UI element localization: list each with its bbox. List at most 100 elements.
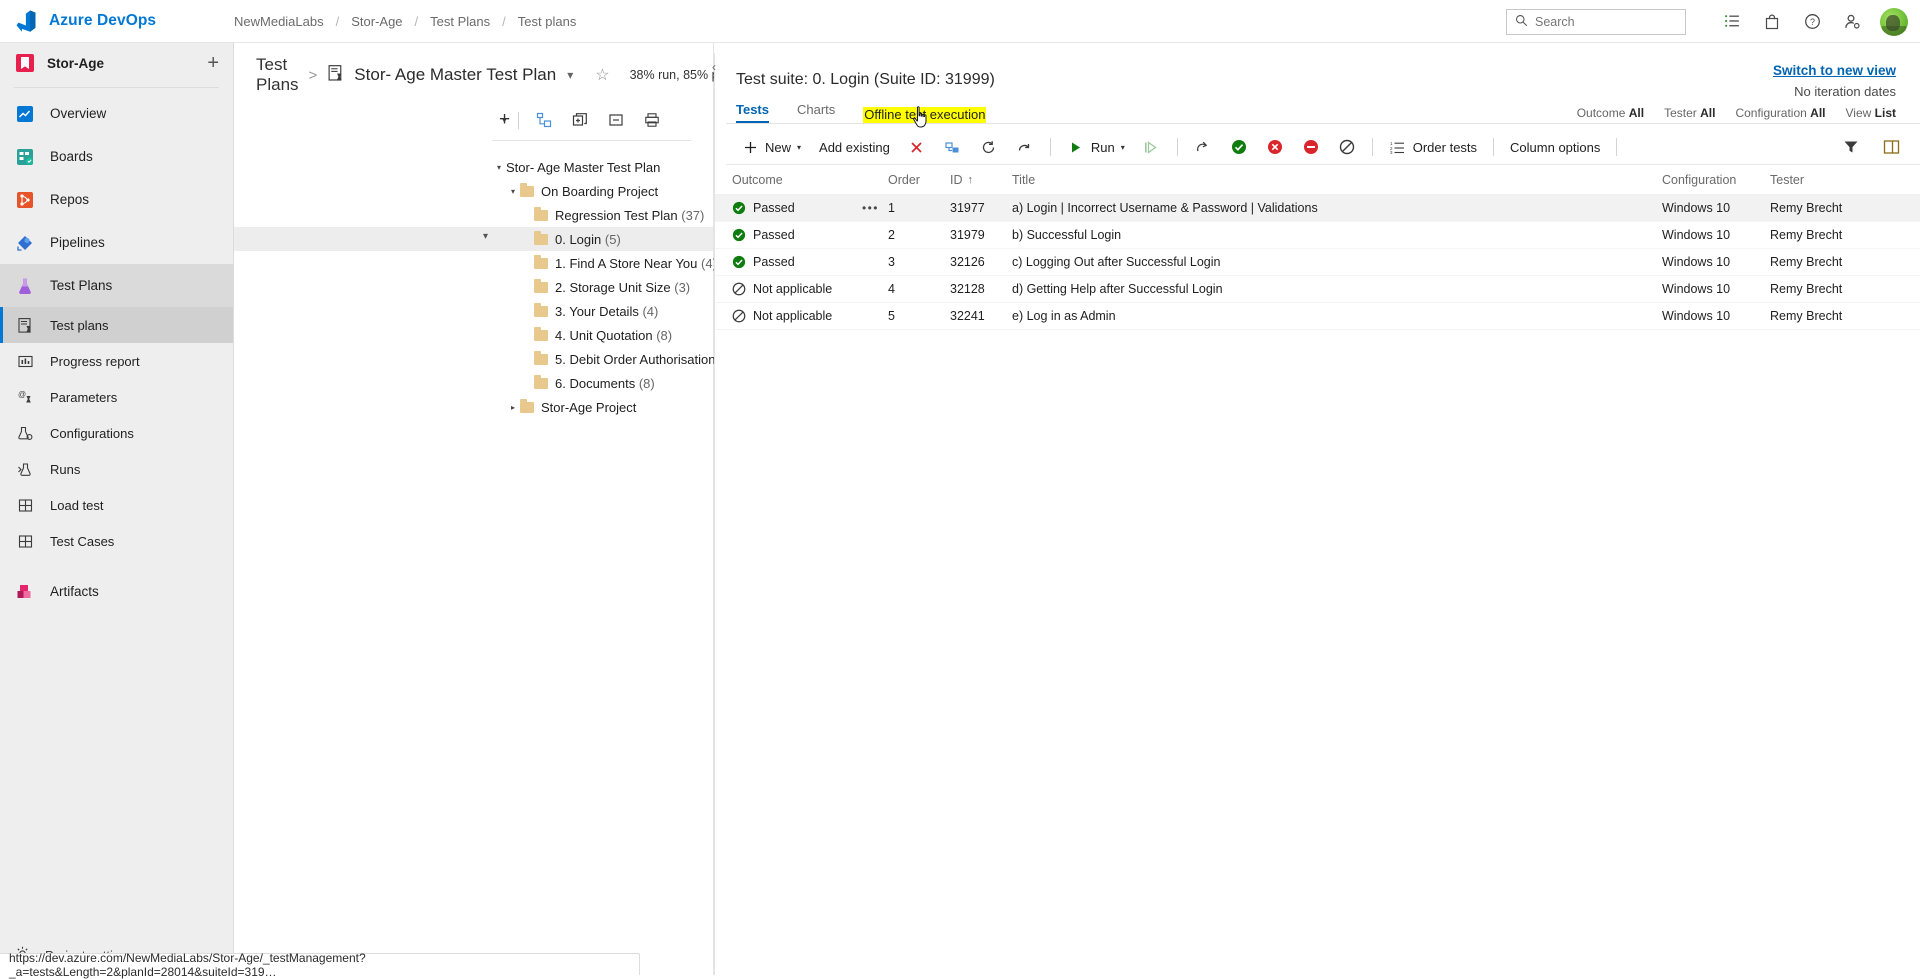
column-header-title[interactable]: Title <box>1012 173 1662 187</box>
tree-item-plan[interactable]: ▾ Stor- Age Master Test Plan <box>234 155 713 179</box>
collapse-tree-panel-icon[interactable]: ‹ <box>706 56 722 78</box>
folder-icon <box>534 234 548 245</box>
table-row[interactable]: Not applicable 5 32241 e) Log in as Admi… <box>714 303 1920 330</box>
sidebar-item-test-cases[interactable]: Test Cases <box>0 523 233 559</box>
run-button[interactable]: Run ▾ <box>1058 133 1134 161</box>
tree-item-folder[interactable]: ▾ On Boarding Project <box>234 179 713 203</box>
sidebar-item-overview[interactable]: Overview <box>0 92 233 135</box>
print-icon[interactable] <box>634 105 670 135</box>
add-project-button[interactable]: + <box>207 53 219 73</box>
search-placeholder: Search <box>1535 15 1575 29</box>
rerun-button[interactable] <box>1185 133 1221 161</box>
sidebar-item-artifacts[interactable]: Artifacts <box>0 570 233 613</box>
sidebar-item-progress-report[interactable]: Progress report <box>0 343 233 379</box>
row-context-menu-icon[interactable]: ••• <box>862 201 888 215</box>
cell-title[interactable]: d) Getting Help after Successful Login <box>1012 282 1662 296</box>
tree-item-folder-selected[interactable]: 0. Login (5) <box>234 227 713 251</box>
collapse-all-icon[interactable] <box>598 105 634 135</box>
tree-item-folder[interactable]: 4. Unit Quotation (8) <box>234 323 713 347</box>
tab-charts[interactable]: Charts <box>797 102 835 123</box>
favorite-star-icon[interactable]: ☆ <box>595 65 609 85</box>
cell-title[interactable]: c) Logging Out after Successful Login <box>1012 255 1662 269</box>
remove-test-button[interactable] <box>899 133 935 161</box>
sidebar-project-header[interactable]: Stor-Age + <box>0 43 233 83</box>
sidebar-item-parameters[interactable]: @ Parameters <box>0 379 233 415</box>
table-row[interactable]: Passed ••• 1 31977 a) Login | Incorrect … <box>714 195 1920 222</box>
column-header-id[interactable]: ID↑ <box>950 173 1012 187</box>
order-tests-button[interactable]: 123 Order tests <box>1380 133 1486 161</box>
expand-all-icon[interactable] <box>562 105 598 135</box>
chevron-down-icon[interactable]: ▾ <box>1121 143 1125 152</box>
move-test-button[interactable] <box>935 133 971 161</box>
reset-test-button[interactable] <box>1007 133 1043 161</box>
tree-item-folder[interactable]: ▸ Stor-Age Project <box>234 395 713 419</box>
plus-icon <box>741 138 759 156</box>
tree-item-folder[interactable]: Regression Test Plan (37) <box>234 203 713 227</box>
tree-item-folder[interactable]: 5. Debit Order Authorisation (3) <box>234 347 713 371</box>
new-test-case-button[interactable]: New ▾ <box>732 133 810 161</box>
filter-icon[interactable] <box>1842 138 1860 156</box>
tabs-divider <box>726 123 1920 124</box>
mark-blocked-button[interactable] <box>1293 133 1329 161</box>
breadcrumb-item-hub[interactable]: Test Plans <box>430 14 490 29</box>
tree-item-folder[interactable]: 2. Storage Unit Size (3) <box>234 275 713 299</box>
mark-fail-button[interactable] <box>1257 133 1293 161</box>
marketplace-icon[interactable] <box>1752 0 1792 43</box>
tab-tests[interactable]: Tests <box>736 102 769 123</box>
new-suite-chevron-down-icon[interactable]: ▾ <box>502 115 507 126</box>
sidebar-item-repos[interactable]: Repos <box>0 178 233 221</box>
column-header-outcome[interactable]: Outcome <box>732 173 862 187</box>
expand-chevron-icon[interactable]: ▾ <box>492 163 506 172</box>
cell-configuration: Windows 10 <box>1662 201 1770 215</box>
column-header-tester[interactable]: Tester <box>1770 173 1920 187</box>
cell-title[interactable]: a) Login | Incorrect Username & Password… <box>1012 201 1662 215</box>
user-settings-icon[interactable] <box>1832 0 1872 43</box>
plan-dropdown-chevron-icon[interactable]: ▾ <box>567 68 573 82</box>
mark-pass-icon <box>1230 138 1248 156</box>
cell-id: 32128 <box>950 282 1012 296</box>
mark-pass-button[interactable] <box>1221 133 1257 161</box>
tree-item-folder[interactable]: 3. Your Details (4) <box>234 299 713 323</box>
breadcrumb-item-project[interactable]: Stor-Age <box>351 14 402 29</box>
column-header-configuration[interactable]: Configuration <box>1662 173 1770 187</box>
mark-blocked-icon <box>1302 138 1320 156</box>
toolbar-separator <box>518 112 519 129</box>
search-input[interactable]: Search <box>1506 9 1686 35</box>
cell-title[interactable]: b) Successful Login <box>1012 228 1662 242</box>
show-hierarchy-icon[interactable] <box>526 105 562 135</box>
details-pane-icon[interactable] <box>1882 138 1900 156</box>
tree-item-folder[interactable]: 1. Find A Store Near You (4) <box>234 251 713 275</box>
table-row[interactable]: Passed 3 32126 c) Logging Out after Succ… <box>714 249 1920 276</box>
sidebar-item-pipelines[interactable]: Pipelines <box>0 221 233 264</box>
tree-item-folder[interactable]: 6. Documents (8) <box>234 371 713 395</box>
chevron-down-icon[interactable]: ▾ <box>797 143 801 152</box>
table-row[interactable]: Not applicable 4 32128 d) Getting Help a… <box>714 276 1920 303</box>
table-row[interactable]: Passed 2 31979 b) Successful Login Windo… <box>714 222 1920 249</box>
column-options-button[interactable]: Column options <box>1501 133 1609 161</box>
sidebar-item-load-test[interactable]: Load test <box>0 487 233 523</box>
switch-to-new-view-link[interactable]: Switch to new view <box>1577 63 1896 78</box>
brand[interactable]: Azure DevOps <box>0 9 234 33</box>
avatar[interactable] <box>1880 8 1908 36</box>
tree-toolbar-divider <box>492 140 691 141</box>
cell-title[interactable]: e) Log in as Admin <box>1012 309 1662 323</box>
sidebar-item-boards[interactable]: Boards <box>0 135 233 178</box>
not-applicable-icon <box>732 309 746 323</box>
expand-chevron-icon[interactable]: ▸ <box>506 403 520 412</box>
mark-not-applicable-button[interactable] <box>1329 133 1365 161</box>
sidebar-item-runs[interactable]: Runs <box>0 451 233 487</box>
add-existing-button[interactable]: Add existing <box>810 133 899 161</box>
passed-icon <box>732 201 746 215</box>
sidebar-item-test-plans-sub[interactable]: Test plans <box>0 307 233 343</box>
expand-chevron-icon[interactable]: ▾ <box>506 187 520 196</box>
sidebar-item-configurations[interactable]: Configurations <box>0 415 233 451</box>
help-icon[interactable]: ? <box>1792 0 1832 43</box>
breadcrumb-item-org[interactable]: NewMediaLabs <box>234 14 324 29</box>
run-all-button[interactable] <box>1134 133 1170 161</box>
sidebar-item-test-plans[interactable]: Test Plans <box>0 264 233 307</box>
refresh-button[interactable] <box>971 133 1007 161</box>
plan-header-root[interactable]: Test Plans <box>256 55 299 95</box>
work-items-icon[interactable] <box>1712 0 1752 43</box>
column-header-order[interactable]: Order <box>888 173 950 187</box>
breadcrumb-item-page[interactable]: Test plans <box>518 14 577 29</box>
